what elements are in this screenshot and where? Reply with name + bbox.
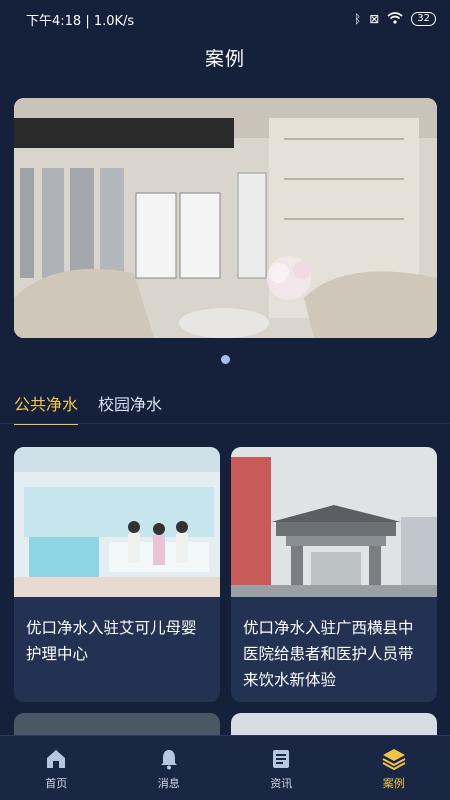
- category-tabs: 公共净水 校园净水: [14, 391, 162, 425]
- nav-home-label: 首页: [45, 776, 68, 790]
- sim-icon: ⊠: [369, 12, 380, 26]
- case-caption: 优口净水入驻广西横县中医院给患者和医护人员带来饮水新体验: [243, 619, 414, 689]
- status-bar: 下午4:18 | 1.0K/s ᛒ ⊠ 32: [0, 0, 450, 38]
- home-icon: [43, 746, 69, 772]
- wifi-icon: [387, 11, 403, 27]
- nav-news[interactable]: 资讯: [236, 746, 326, 791]
- nav-news-label: 资讯: [270, 776, 293, 790]
- layers-icon: [381, 746, 407, 772]
- news-icon: [268, 746, 294, 772]
- case-image: [231, 447, 437, 597]
- tab-public-water[interactable]: 公共净水: [14, 391, 79, 425]
- carousel-dot[interactable]: [220, 355, 230, 364]
- nav-messages-label: 消息: [157, 776, 180, 790]
- nav-home[interactable]: 首页: [11, 746, 101, 791]
- case-image: [14, 447, 220, 597]
- nav-messages[interactable]: 消息: [124, 746, 214, 791]
- case-card[interactable]: 优口净水入驻广西横县中医院给患者和医护人员带来饮水新体验: [231, 447, 437, 702]
- case-caption: 优口净水入驻艾可儿母婴护理中心: [26, 619, 197, 663]
- tabs-divider: [0, 423, 450, 424]
- bottom-nav: 首页 消息 资讯 案例: [0, 735, 450, 800]
- banner-carousel[interactable]: [14, 98, 437, 338]
- nav-cases-label: 案例: [382, 776, 405, 790]
- nav-cases[interactable]: 案例: [349, 746, 439, 791]
- battery-icon: 32: [411, 12, 436, 26]
- bluetooth-icon: ᛒ: [354, 12, 362, 26]
- banner-image: [14, 98, 437, 338]
- status-icons: ᛒ ⊠ 32: [354, 11, 436, 27]
- bell-icon: [156, 746, 182, 772]
- case-card[interactable]: 优口净水入驻艾可儿母婴护理中心: [14, 447, 220, 702]
- status-time: 下午4:18 | 1.0K/s: [26, 13, 135, 29]
- page-title: 案例: [204, 48, 245, 70]
- tab-campus-water[interactable]: 校园净水: [98, 391, 162, 425]
- carousel-indicator: [0, 355, 450, 364]
